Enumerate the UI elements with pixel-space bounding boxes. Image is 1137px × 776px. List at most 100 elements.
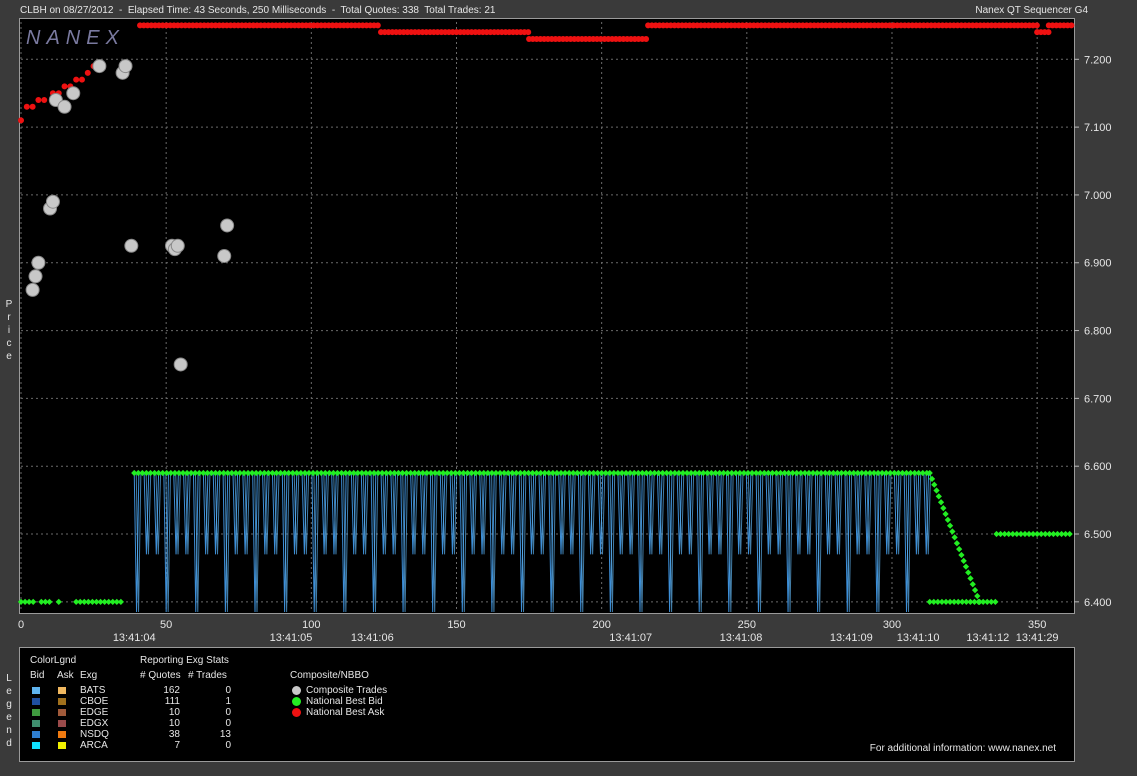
composite-trade-point <box>173 357 188 372</box>
legend-col-ask: Ask <box>57 670 74 681</box>
time-label: 13:41:06 <box>351 632 394 644</box>
y-tick-label: 6.500 <box>1084 529 1112 541</box>
composite-trade-point <box>45 194 60 209</box>
legend-exchange-quotes: 10 <box>168 707 180 718</box>
legend-composite-label: National Best Ask <box>306 707 385 718</box>
legend-exchange-quotes: 38 <box>168 729 180 740</box>
national-best-bid-point <box>117 598 124 605</box>
legend-exchange-name: NSDQ <box>80 729 109 740</box>
y-tick-label: 7.100 <box>1084 122 1112 134</box>
time-label: 13:41:12 <box>966 632 1009 644</box>
legend-ask-swatch <box>58 731 66 738</box>
legend-exchange-name: BATS <box>80 685 106 696</box>
national-best-ask-point <box>73 76 80 83</box>
legend-stats-title: Reporting Exg Stats <box>140 655 229 666</box>
legend-exchange-name: ARCA <box>80 740 108 751</box>
time-label: 13:41:05 <box>270 632 313 644</box>
legend-composite-dot <box>292 686 301 695</box>
y-tick-label: 6.700 <box>1084 393 1112 405</box>
legend-bid-swatch <box>32 698 40 705</box>
x-tick-label: 200 <box>592 619 610 631</box>
y-tick-label: 7.200 <box>1084 54 1112 66</box>
legend-colorlgnd-title: ColorLgnd <box>30 655 77 666</box>
national-best-ask-point <box>1033 22 1040 29</box>
composite-trade-point <box>92 59 107 74</box>
x-tick-label: 350 <box>1028 619 1046 631</box>
legend-ask-swatch <box>58 720 66 727</box>
composite-trade-point <box>124 238 139 253</box>
legend-exchange-trades: 1 <box>225 696 231 707</box>
national-best-bid-point <box>947 522 954 529</box>
y-tick-label: 6.400 <box>1084 597 1112 609</box>
time-label: 13:41:08 <box>720 632 763 644</box>
nanex-watermark: NANEX <box>26 27 125 49</box>
national-best-bid-point <box>1066 530 1073 538</box>
time-label: 13:41:09 <box>830 632 873 644</box>
legend-bid-swatch <box>32 720 40 727</box>
national-best-bid-point <box>953 540 961 547</box>
national-best-ask-point <box>525 29 532 36</box>
national-best-bid-point <box>958 551 965 559</box>
legend-col-trades: # Trades <box>188 670 227 681</box>
composite-trade-point <box>118 59 133 74</box>
legend-composite-label: Composite Trades <box>306 685 388 696</box>
national-best-bid-point <box>971 587 979 594</box>
national-best-ask-point <box>61 83 68 90</box>
y-tick-label: 7.000 <box>1084 190 1112 202</box>
x-tick-label: 50 <box>160 619 172 631</box>
national-best-bid-point <box>967 575 974 582</box>
legend-exchange-trades: 0 <box>225 707 231 718</box>
legend-bid-swatch <box>32 742 40 749</box>
legend-bid-swatch <box>32 687 40 694</box>
y-tick-label: 6.800 <box>1084 326 1112 338</box>
composite-trade-point <box>66 86 81 101</box>
legend-exchange-quotes: 7 <box>174 740 180 751</box>
legend-composite-dot <box>292 697 301 706</box>
legend-composite-label: National Best Bid <box>306 696 383 707</box>
national-best-ask-point <box>78 76 85 83</box>
national-best-bid-point <box>976 598 983 605</box>
national-best-ask-point <box>1045 29 1052 36</box>
composite-trade-point <box>170 238 185 253</box>
info-link-text: For additional information: www.nanex.ne… <box>869 743 1056 754</box>
legend-composite-title: Composite/NBBO <box>290 670 369 681</box>
legend-ask-swatch <box>58 698 66 705</box>
legend-exchange-quotes: 162 <box>163 685 180 696</box>
x-tick-label: 150 <box>447 619 465 631</box>
x-tick-label: 0 <box>18 619 24 631</box>
composite-trade-point <box>220 218 235 233</box>
legend-exchange-name: EDGX <box>80 718 109 729</box>
composite-trade-point <box>217 248 232 263</box>
legend-exchange-name: CBOE <box>80 696 109 707</box>
national-best-ask-point <box>84 69 91 76</box>
composite-trade-point <box>57 99 72 114</box>
national-best-ask-point <box>374 22 381 29</box>
time-label: 13:41:04 <box>113 632 156 644</box>
national-best-bid-point <box>940 505 947 512</box>
national-best-bid-point <box>931 481 938 488</box>
legend-col-quotes: # Quotes <box>140 670 181 681</box>
legend-bid-swatch <box>32 731 40 738</box>
national-best-ask-point <box>18 117 24 124</box>
national-best-bid-point <box>935 493 942 500</box>
legend-side-label: Legend <box>6 673 12 749</box>
legend-col-exg: Exg <box>80 670 98 681</box>
national-best-ask-point <box>41 96 48 103</box>
national-best-bid-point <box>944 516 951 523</box>
composite-trade-point <box>28 269 43 284</box>
x-tick-label: 100 <box>302 619 320 631</box>
legend-exchange-quotes: 111 <box>164 696 180 707</box>
national-best-bid-point <box>974 592 981 600</box>
national-best-bid-point <box>30 598 37 605</box>
national-best-bid-point <box>956 546 963 553</box>
time-label: 13:41:29 <box>1016 632 1059 644</box>
time-label: 13:41:10 <box>897 632 940 644</box>
legend-exchange-trades: 0 <box>225 718 231 729</box>
national-best-ask-point <box>29 103 36 110</box>
national-best-bid-point <box>937 499 945 506</box>
legend-exchange-name: EDGE <box>80 707 109 718</box>
national-best-bid-point <box>46 598 53 605</box>
x-tick-label: 300 <box>883 619 901 631</box>
y-tick-label: 6.600 <box>1084 461 1112 473</box>
x-tick-label: 250 <box>738 619 756 631</box>
